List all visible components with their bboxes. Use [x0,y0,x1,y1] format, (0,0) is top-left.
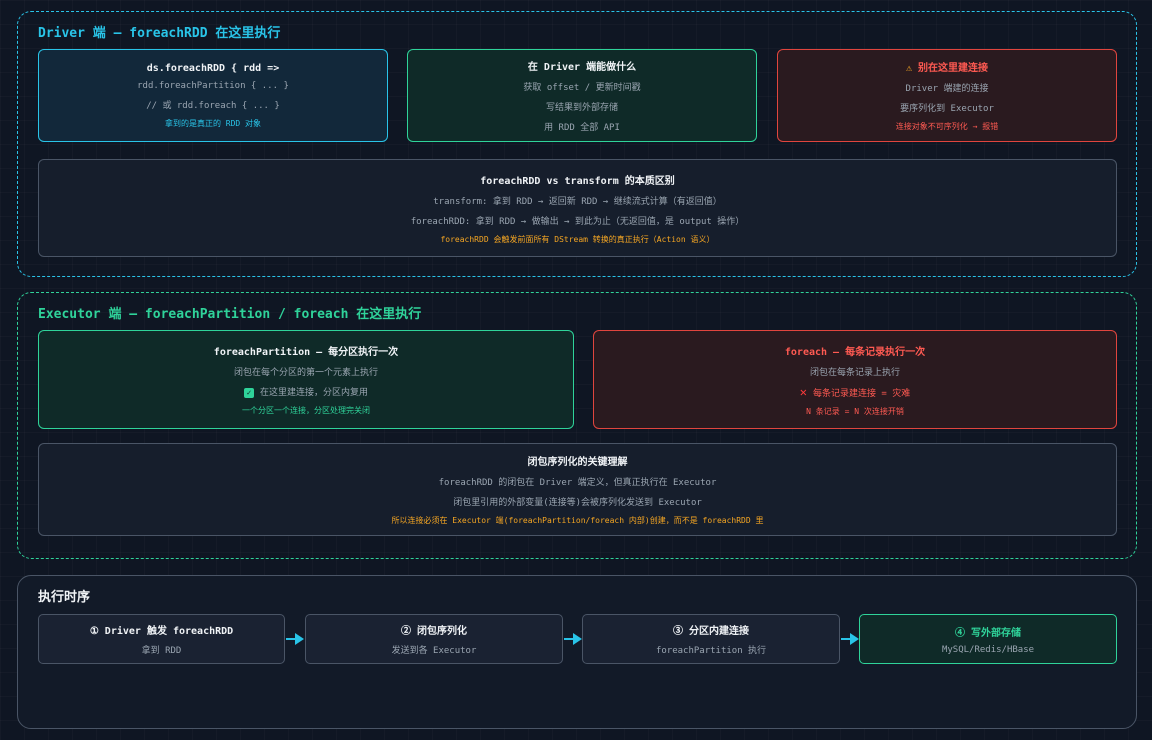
driver-can-do-card: 在 Driver 端能做什么 获取 offset / 更新时间戳 写结果到外部存… [407,49,757,142]
diff-title: foreachRDD vs transform 的本质区别 [480,175,675,187]
timeline-step-4: ④ 写外部存储 MySQL/Redis/HBase [859,614,1117,664]
code-note: 拿到的是真正的 RDD 对象 [164,118,262,128]
warning-line-2: 要序列化到 Executor [900,104,994,114]
warning-title: 别在这里建连接 [918,63,989,74]
partition-note: 一个分区一个连接，分区处理完关闭 [242,406,370,415]
diff-line-2: foreachRDD: 拿到 RDD → 做输出 → 到此为止（无返回值，是 o… [410,216,745,227]
can-do-line-3: 用 RDD 全部 API [544,123,620,133]
diff-note: foreachRDD 会触发前面所有 DStream 转换的真正执行（Actio… [440,234,715,244]
timeline-step-3: ③ 分区内建连接 foreachPartition 执行 [582,614,840,664]
code-line-1: ds.foreachRDD { rdd => [146,62,280,74]
foreach-line-2: 每条记录建连接 = 灾难 [812,388,911,399]
flow-arrow [286,633,304,645]
driver-section-title: Driver 端 — foreachRDD 在这里执行 [38,26,281,41]
code-line-2: rdd.foreachPartition { ... } [137,80,289,91]
cross-icon: ✕ [799,384,807,399]
driver-section: Driver 端 — foreachRDD 在这里执行 ds.foreachRD… [17,11,1137,277]
foreach-partition-card: foreachPartition — 每分区执行一次 闭包在每个分区的第一个元素… [38,330,574,429]
closure-line-2: 闭包里引用的外部变量(连接等)会被序列化发送到 Executor [453,498,702,508]
closure-title: 闭包序列化的关键理解 [527,457,628,468]
closure-card: 闭包序列化的关键理解 foreachRDD 的闭包在 Driver 端定义，但真… [38,443,1117,536]
warning-note: 连接对象不可序列化 → 报错 [895,122,999,131]
closure-note: 所以连接必须在 Executor 端(foreachPartition/fore… [391,516,764,525]
driver-diff-card: foreachRDD vs transform 的本质区别 transform:… [38,159,1117,257]
timeline-step-2: ② 闭包序列化 发送到各 Executor [305,614,563,664]
flow-arrow [841,633,859,645]
warning-line-1: Driver 端建的连接 [905,84,989,94]
partition-line-2-row: ✓ 在这里建连接，分区内复用 [243,385,368,398]
driver-warning-card: ⚠ 别在这里建连接 Driver 端建的连接 要序列化到 Executor 连接对… [777,49,1117,142]
step-title: ③ 分区内建连接 [672,626,750,637]
can-do-title: 在 Driver 端能做什么 [527,62,637,73]
step-sub: MySQL/Redis/HBase [941,644,1035,655]
foreach-note: N 条记录 = N 次连接开销 [806,406,904,416]
executor-section: Executor 端 — foreachPartition / foreach … [17,292,1137,559]
closure-line-1: foreachRDD 的闭包在 Driver 端定义，但真正执行在 Execut… [438,478,717,488]
foreach-line-2-row: ✕ 每条记录建连接 = 灾难 [800,385,911,399]
partition-title: foreachPartition — 每分区执行一次 [213,347,399,358]
foreach-card: foreach — 每条记录执行一次 闭包在每条记录上执行 ✕ 每条记录建连接 =… [593,330,1117,429]
foreach-line-1: 闭包在每条记录上执行 [809,367,900,378]
timeline-step-1: ① Driver 触发 foreachRDD 拿到 RDD [38,614,285,664]
can-do-line-2: 写结果到外部存储 [545,103,618,113]
partition-line-1: 闭包在每个分区的第一个元素上执行 [233,368,378,378]
foreach-title: foreach — 每条记录执行一次 [784,346,926,358]
warning-title-row: ⚠ 别在这里建连接 [906,59,988,74]
timeline-section: 执行时序 ① Driver 触发 foreachRDD 拿到 RDD ② 闭包序… [17,575,1137,729]
step-sub: 发送到各 Executor [391,646,477,656]
partition-line-2: 在这里建连接，分区内复用 [259,388,368,398]
diff-line-1: transform: 拿到 RDD → 返回新 RDD → 继续流式计算（有返回… [433,196,722,207]
check-icon: ✓ [243,388,254,398]
code-line-3: // 或 rdd.foreach { ... } [146,100,280,111]
timeline-title: 执行时序 [38,590,91,605]
step-sub: foreachPartition 执行 [655,646,767,656]
warning-icon: ⚠ [905,63,913,74]
step-title: ④ 写外部存储 [954,627,1022,639]
step-sub: 拿到 RDD [141,646,182,656]
driver-code-card: ds.foreachRDD { rdd => rdd.foreachPartit… [38,49,388,142]
can-do-line-1: 获取 offset / 更新时间戳 [523,83,641,93]
executor-section-title: Executor 端 — foreachPartition / foreach … [38,307,422,322]
step-title: ② 闭包序列化 [400,626,468,637]
step-title: ① Driver 触发 foreachRDD [89,626,234,637]
flow-arrow [564,633,582,645]
